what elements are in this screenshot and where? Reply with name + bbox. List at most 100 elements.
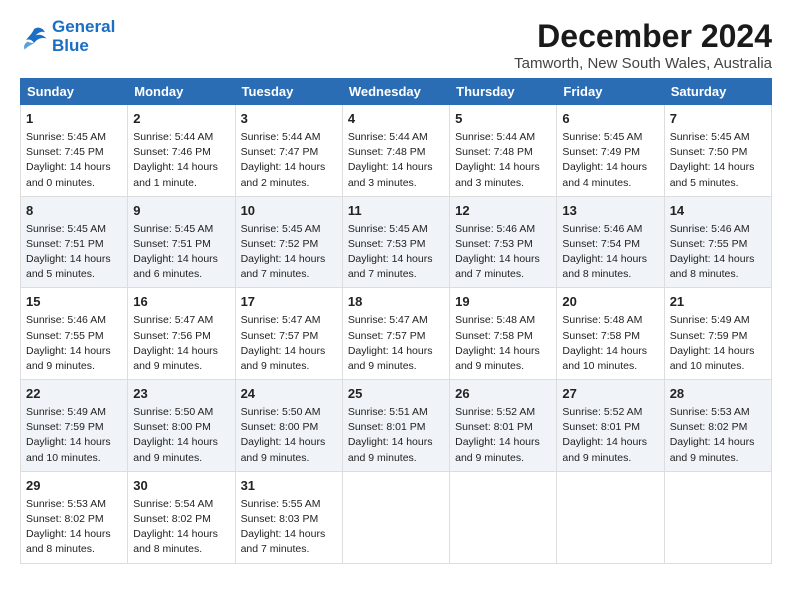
sunset-text: Sunset: 8:00 PM [241,421,319,433]
daylight-text: Daylight: 14 hours and 9 minutes. [348,345,433,372]
day-number: 13 [562,202,658,221]
day-cell: 30Sunrise: 5:54 AMSunset: 8:02 PMDayligh… [128,471,235,563]
day-cell: 20Sunrise: 5:48 AMSunset: 7:58 PMDayligh… [557,288,664,380]
sunset-text: Sunset: 7:47 PM [241,146,319,158]
day-number: 30 [133,477,229,496]
sunrise-text: Sunrise: 5:45 AM [670,131,750,143]
week-row-4: 22Sunrise: 5:49 AMSunset: 7:59 PMDayligh… [21,380,772,472]
day-number: 23 [133,385,229,404]
day-number: 8 [26,202,122,221]
day-number: 5 [455,110,551,129]
daylight-text: Daylight: 14 hours and 10 minutes. [562,345,647,372]
col-header-tuesday: Tuesday [235,79,342,105]
day-cell: 17Sunrise: 5:47 AMSunset: 7:57 PMDayligh… [235,288,342,380]
sunset-text: Sunset: 8:00 PM [133,421,211,433]
sunrise-text: Sunrise: 5:46 AM [455,223,535,235]
daylight-text: Daylight: 14 hours and 7 minutes. [241,528,326,555]
day-number: 21 [670,293,766,312]
sunrise-text: Sunrise: 5:45 AM [133,223,213,235]
logo: General Blue [20,18,115,55]
sunrise-text: Sunrise: 5:53 AM [670,406,750,418]
sunrise-text: Sunrise: 5:52 AM [562,406,642,418]
day-cell: 21Sunrise: 5:49 AMSunset: 7:59 PMDayligh… [664,288,771,380]
sunrise-text: Sunrise: 5:45 AM [562,131,642,143]
daylight-text: Daylight: 14 hours and 9 minutes. [26,345,111,372]
daylight-text: Daylight: 14 hours and 3 minutes. [348,161,433,188]
daylight-text: Daylight: 14 hours and 9 minutes. [455,345,540,372]
daylight-text: Daylight: 14 hours and 8 minutes. [133,528,218,555]
sunset-text: Sunset: 8:02 PM [133,513,211,525]
day-cell: 9Sunrise: 5:45 AMSunset: 7:51 PMDaylight… [128,196,235,288]
sunset-text: Sunset: 8:01 PM [562,421,640,433]
header: General Blue December 2024 Tamworth, New… [20,18,772,72]
day-cell: 23Sunrise: 5:50 AMSunset: 8:00 PMDayligh… [128,380,235,472]
sunset-text: Sunset: 7:51 PM [26,238,104,250]
sunrise-text: Sunrise: 5:48 AM [455,314,535,326]
sunset-text: Sunset: 7:49 PM [562,146,640,158]
sunset-text: Sunset: 8:02 PM [26,513,104,525]
sunset-text: Sunset: 7:55 PM [26,330,104,342]
day-number: 27 [562,385,658,404]
daylight-text: Daylight: 14 hours and 9 minutes. [670,436,755,463]
daylight-text: Daylight: 14 hours and 9 minutes. [562,436,647,463]
day-number: 24 [241,385,337,404]
col-header-thursday: Thursday [450,79,557,105]
day-cell: 6 Sunrise: 5:45 AM Sunset: 7:49 PM Daylight… [557,105,664,197]
col-header-wednesday: Wednesday [342,79,449,105]
sunset-text: Sunset: 7:45 PM [26,146,104,158]
day-cell: 14Sunrise: 5:46 AMSunset: 7:55 PMDayligh… [664,196,771,288]
sunset-text: Sunset: 7:59 PM [26,421,104,433]
logo-text: General Blue [52,18,115,55]
sunrise-text: Sunrise: 5:50 AM [133,406,213,418]
day-number: 31 [241,477,337,496]
day-number: 17 [241,293,337,312]
day-number: 18 [348,293,444,312]
header-row: SundayMondayTuesdayWednesdayThursdayFrid… [21,79,772,105]
title-block: December 2024 Tamworth, New South Wales,… [514,18,772,72]
day-cell: 1Sunrise: 5:45 AMSunset: 7:45 PMDaylight… [21,105,128,197]
daylight-text: Daylight: 14 hours and 3 minutes. [455,161,540,188]
logo-icon [20,23,48,51]
day-number: 14 [670,202,766,221]
day-number: 28 [670,385,766,404]
daylight-text: Daylight: 14 hours and 8 minutes. [670,253,755,280]
daylight-text: Daylight: 14 hours and 4 minutes. [562,161,647,188]
sunrise-text: Sunrise: 5:44 AM [241,131,321,143]
sunset-text: Sunset: 7:46 PM [133,146,211,158]
day-number: 6 [562,110,658,129]
day-cell [342,471,449,563]
sunset-text: Sunset: 7:51 PM [133,238,211,250]
daylight-text: Daylight: 14 hours and 9 minutes. [455,436,540,463]
day-cell: 16Sunrise: 5:47 AMSunset: 7:56 PMDayligh… [128,288,235,380]
sunrise-text: Sunrise: 5:44 AM [348,131,428,143]
daylight-text: Daylight: 14 hours and 5 minutes. [26,253,111,280]
week-row-1: 1Sunrise: 5:45 AMSunset: 7:45 PMDaylight… [21,105,772,197]
daylight-text: Daylight: 14 hours and 7 minutes. [241,253,326,280]
day-cell: 7Sunrise: 5:45 AMSunset: 7:50 PMDaylight… [664,105,771,197]
sunrise-text: Sunrise: 5:50 AM [241,406,321,418]
sunset-text: Sunset: 7:53 PM [455,238,533,250]
col-header-saturday: Saturday [664,79,771,105]
week-row-5: 29Sunrise: 5:53 AMSunset: 8:02 PMDayligh… [21,471,772,563]
daylight-text: Daylight: 14 hours and 10 minutes. [26,436,111,463]
day-number: 22 [26,385,122,404]
sunrise-text: Sunrise: 5:46 AM [26,314,106,326]
sunrise-text: Sunrise: 5:45 AM [241,223,321,235]
day-cell: 12Sunrise: 5:46 AMSunset: 7:53 PMDayligh… [450,196,557,288]
sunrise-text: Sunrise: 5:45 AM [26,131,106,143]
daylight-text: Daylight: 14 hours and 0 minutes. [26,161,111,188]
col-header-monday: Monday [128,79,235,105]
sunset-text: Sunset: 7:57 PM [241,330,319,342]
sunrise-text: Sunrise: 5:46 AM [670,223,750,235]
daylight-text: Daylight: 14 hours and 5 minutes. [670,161,755,188]
day-number: 4 [348,110,444,129]
sunrise-text: Sunrise: 5:55 AM [241,498,321,510]
daylight-text: Daylight: 14 hours and 9 minutes. [241,436,326,463]
page: General Blue December 2024 Tamworth, New… [0,0,792,574]
sunset-text: Sunset: 7:58 PM [562,330,640,342]
day-cell: 19Sunrise: 5:48 AMSunset: 7:58 PMDayligh… [450,288,557,380]
day-cell: 28Sunrise: 5:53 AMSunset: 8:02 PMDayligh… [664,380,771,472]
day-cell: 22Sunrise: 5:49 AMSunset: 7:59 PMDayligh… [21,380,128,472]
week-row-3: 15Sunrise: 5:46 AMSunset: 7:55 PMDayligh… [21,288,772,380]
day-number: 7 [670,110,766,129]
